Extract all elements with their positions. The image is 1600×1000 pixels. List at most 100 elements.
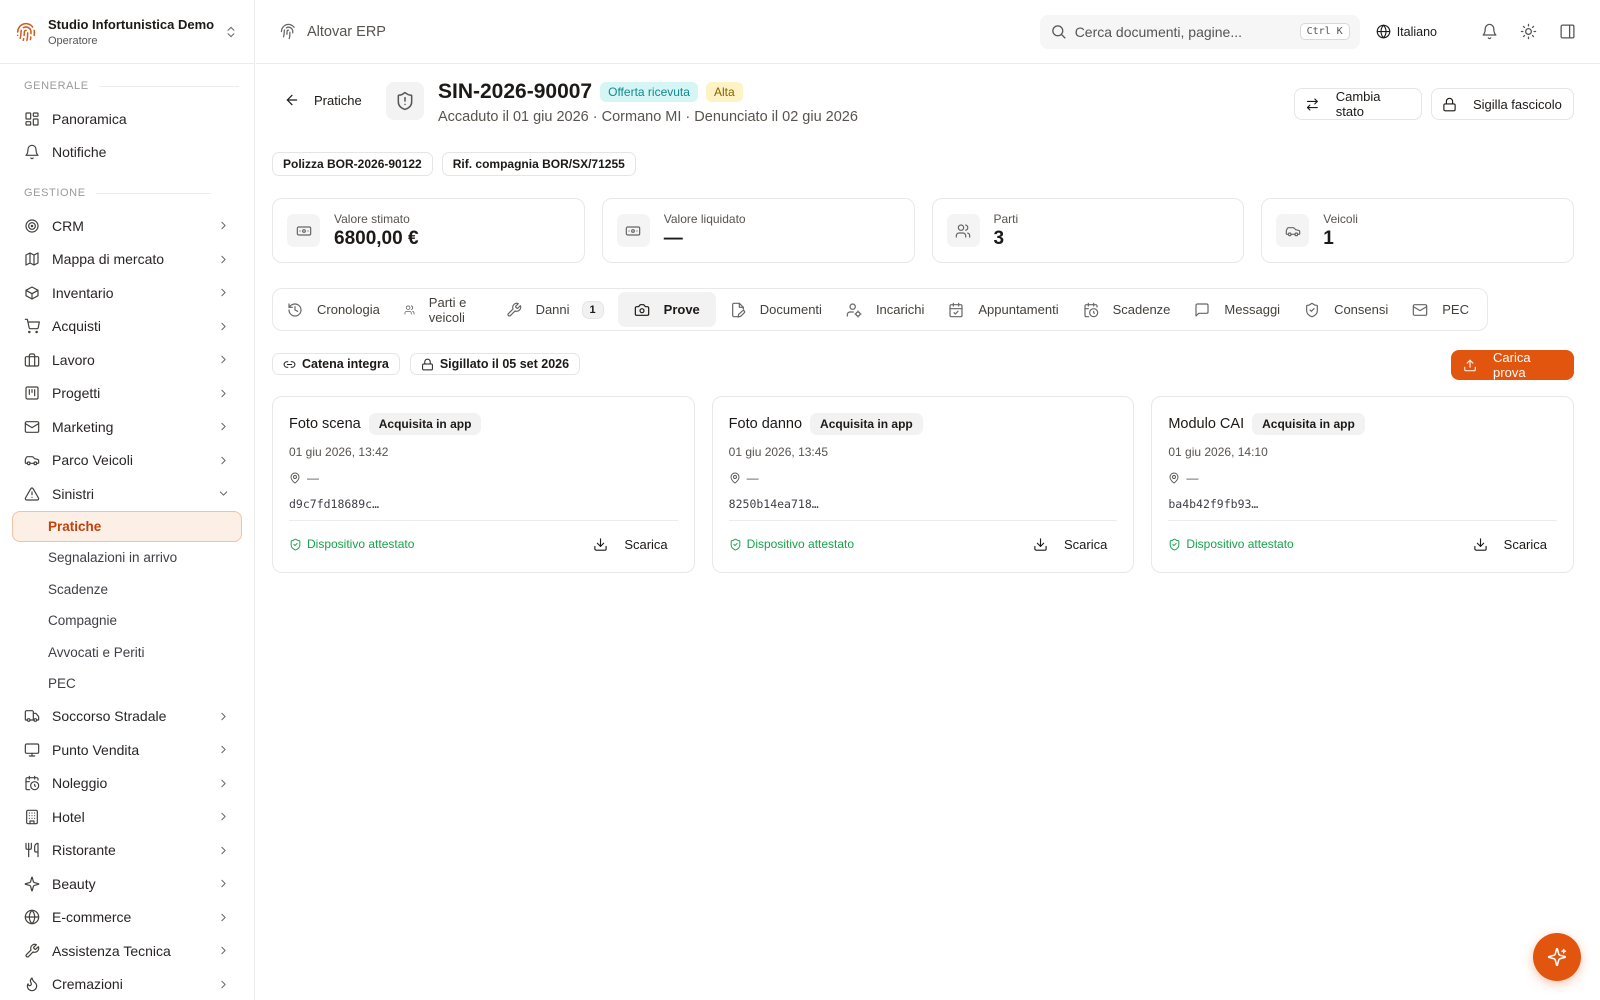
sidebar-item-notifiche[interactable]: Notifiche <box>0 136 254 170</box>
stat-value: 3 <box>993 227 1005 249</box>
sidebar-item-e-commerce[interactable]: E-commerce <box>0 901 254 935</box>
stat-label: Valore liquidato <box>663 211 746 226</box>
org-switcher[interactable]: Studio Infortunistica Demo Operatore <box>0 0 254 64</box>
seal-file-button[interactable]: Sigilla fascicolo <box>1431 88 1574 120</box>
wrench-icon <box>25 943 40 958</box>
evidence-location-value: — <box>746 471 759 485</box>
tab-prove[interactable]: Prove <box>617 292 716 327</box>
evidence-title: Foto danno <box>728 416 803 432</box>
evidence-hash: d9c7fd18689c… <box>289 497 678 521</box>
evidence-card: Foto danno Acquisita in app 01 giu 2026,… <box>711 396 1135 573</box>
chevron-right-icon <box>217 743 230 756</box>
flame-icon <box>26 977 38 992</box>
dashboard-icon <box>25 112 39 126</box>
shield-check-icon <box>1170 538 1180 550</box>
monitor-icon <box>24 743 40 757</box>
chevron-right-icon <box>217 454 230 467</box>
reference-pills: Polizza BOR-2026-90122 Rif. compagnia BO… <box>272 152 645 176</box>
sidebar-item-parco-veicoli[interactable]: Parco Veicoli <box>0 444 254 478</box>
sidebar-item-soccorso-stradale[interactable]: Soccorso Stradale <box>0 700 254 734</box>
target-icon <box>25 219 39 233</box>
tab-consensi[interactable]: Consensi <box>1294 292 1398 327</box>
car-icon <box>1276 214 1310 247</box>
panel-left-icon[interactable] <box>1559 23 1576 40</box>
globe-icon <box>24 909 40 925</box>
change-status-button[interactable]: Cambia stato <box>1294 88 1422 120</box>
tab-label: Cronologia <box>317 302 380 317</box>
sidebar-item-cremazioni[interactable]: Cremazioni <box>0 968 254 1000</box>
tab-label: Scadenze <box>1112 302 1171 317</box>
sidebar-item-panoramica[interactable]: Panoramica <box>0 102 254 136</box>
download-button[interactable]: Scarica <box>593 537 668 552</box>
sidebar-subitem-avvocati-periti[interactable]: Avvocati e Periti <box>12 637 242 669</box>
sidebar-item-beauty[interactable]: Beauty <box>0 867 254 901</box>
sidebar-subitem-segnalazioni[interactable]: Segnalazioni in arrivo <box>12 542 242 574</box>
sidebar-item-lavoro[interactable]: Lavoro <box>0 343 254 377</box>
sidebar-item-label: Notifiche <box>52 144 107 161</box>
bell-icon[interactable] <box>1481 23 1498 40</box>
sidebar-item-punto-vendita[interactable]: Punto Vendita <box>0 733 254 767</box>
sidebar-item-marketing[interactable]: Marketing <box>0 410 254 444</box>
sidebar-item-noleggio[interactable]: Noleggio <box>0 767 254 801</box>
tab-cronologia[interactable]: Cronologia <box>277 292 390 327</box>
tab-documenti[interactable]: Documenti <box>720 292 832 327</box>
sparkles-icon <box>1547 947 1567 967</box>
tab-parti-veicoli[interactable]: Parti e veicoli <box>394 292 492 327</box>
tab-incarichi[interactable]: Incarichi <box>836 292 934 327</box>
sidebar-subitem-scadenze[interactable]: Scadenze <box>12 574 242 606</box>
sidebar-item-crm[interactable]: CRM <box>0 209 254 243</box>
cart-icon <box>24 318 40 334</box>
sidebar-item-acquisti[interactable]: Acquisti <box>0 310 254 344</box>
download-button[interactable]: Scarica <box>1473 537 1547 552</box>
project-icon <box>25 386 39 400</box>
sidebar-item-label: Sinistri <box>52 485 95 502</box>
search-input[interactable] <box>1074 23 1300 40</box>
sidebar-item-inventario[interactable]: Inventario <box>0 276 254 310</box>
stat-card-estimated: Valore stimato 6800,00 € <box>272 198 585 263</box>
sidebar-subitem-pratiche[interactable]: Pratiche <box>12 510 242 542</box>
tab-messaggi[interactable]: Messaggi <box>1184 292 1290 327</box>
ai-assistant-button[interactable] <box>1533 933 1581 981</box>
sidebar-item-label: Progetti <box>52 385 101 402</box>
search-box[interactable]: Ctrl K <box>1039 14 1360 49</box>
evidence-hash: 8250b14ea718… <box>728 497 1118 521</box>
sidebar-item-progetti[interactable]: Progetti <box>0 377 254 411</box>
calendar-check-icon <box>949 302 963 317</box>
tab-danni[interactable]: Danni 1 <box>496 292 614 327</box>
tab-pec[interactable]: PEC <box>1402 292 1479 327</box>
map-pin-icon <box>730 472 740 484</box>
link-icon <box>283 360 296 368</box>
download-label: Scarica <box>1063 536 1108 552</box>
evidence-badge: Acquisita in app <box>1252 413 1365 435</box>
sidebar-item-assistenza-tecnica[interactable]: Assistenza Tecnica <box>0 934 254 968</box>
evidence-hash: ba4b42f9fb93… <box>1168 497 1558 521</box>
sidebar-item-label: Ristorante <box>52 842 116 859</box>
sidebar-item-mappa-di-mercato[interactable]: Mappa di mercato <box>0 243 254 277</box>
section-title-general: GENERALE <box>0 76 254 96</box>
language-selector[interactable]: Italiano <box>1376 24 1437 39</box>
back-button[interactable]: Pratiche <box>284 92 362 108</box>
tab-scadenze[interactable]: Scadenze <box>1073 292 1181 327</box>
fingerprint-logo-icon <box>16 22 36 42</box>
sidebar-item-label: E-commerce <box>52 909 132 926</box>
company-ref-pill: Rif. compagnia BOR/SX/71255 <box>441 152 636 176</box>
tab-label: Danni <box>535 302 570 317</box>
upload-evidence-button[interactable]: Carica prova <box>1451 350 1574 380</box>
sidebar-item-sinistri[interactable]: Sinistri <box>0 477 254 511</box>
mail-icon <box>24 420 40 433</box>
stat-card-settled: Valore liquidato — <box>601 198 915 263</box>
tab-appuntamenti[interactable]: Appuntamenti <box>938 292 1068 327</box>
chevron-right-icon <box>217 219 230 232</box>
sidebar-subitem-pec[interactable]: PEC <box>12 668 242 700</box>
sidebar-item-hotel[interactable]: Hotel <box>0 800 254 834</box>
evidence-card: Foto scena Acquisita in app 01 giu 2026,… <box>272 396 695 573</box>
sidebar-item-label: Beauty <box>52 875 96 892</box>
download-button[interactable]: Scarica <box>1033 537 1107 552</box>
sidebar-item-ristorante[interactable]: Ristorante <box>0 834 254 868</box>
evidence-location: — <box>289 471 678 485</box>
sun-icon[interactable] <box>1520 23 1537 40</box>
bell-icon <box>25 144 39 160</box>
sidebar-nav: GENERALE Panoramica Notifiche GESTIONE C… <box>0 64 254 1000</box>
chevron-right-icon <box>217 286 230 299</box>
sidebar-subitem-compagnie[interactable]: Compagnie <box>12 605 242 637</box>
